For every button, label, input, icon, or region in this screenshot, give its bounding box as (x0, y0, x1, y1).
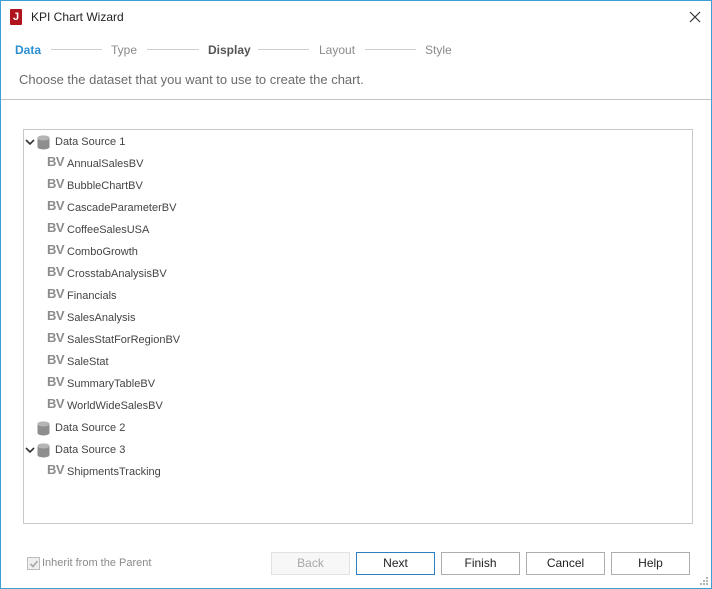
business-view-icon: BV (47, 176, 65, 191)
step-layout[interactable]: Layout (319, 43, 355, 57)
tree-node-data-source-1[interactable]: Data Source 1 (24, 131, 224, 153)
step-display[interactable]: Display (208, 43, 251, 57)
tree-item-label: CoffeeSalesUSA (67, 224, 150, 236)
tree-item-label: ComboGrowth (67, 246, 138, 258)
tree-item-label: SaleStat (67, 356, 109, 368)
close-icon (689, 11, 701, 23)
step-type[interactable]: Type (111, 43, 137, 57)
app-logo-icon: J (10, 9, 22, 25)
header-divider (1, 99, 711, 100)
tree-item-label: BubbleChartBV (67, 180, 143, 192)
next-button[interactable]: Next (356, 552, 435, 575)
tree-node-label: Data Source 3 (55, 444, 126, 456)
checkbox-label: Inherit from the Parent (42, 557, 152, 569)
instruction-text: Choose the dataset that you want to use … (19, 72, 364, 87)
tree-item-annualsalesbv[interactable]: BV AnnualSalesBV (24, 153, 224, 175)
tree-item-label: Financials (67, 290, 117, 302)
tree-item-crosstabanalysisbv[interactable]: BV CrosstabAnalysisBV (24, 263, 224, 285)
business-view-icon: BV (47, 462, 65, 477)
business-view-icon: BV (47, 308, 65, 323)
tree-item-salesanalysis[interactable]: BV SalesAnalysis (24, 307, 224, 329)
tree-item-summarytablebv[interactable]: BV SummaryTableBV (24, 373, 224, 395)
tree-item-label: SummaryTableBV (67, 378, 156, 390)
business-view-icon: BV (47, 198, 65, 213)
tree-item-label: CascadeParameterBV (67, 202, 177, 214)
step-divider (365, 49, 416, 50)
chevron-down-icon[interactable] (25, 445, 35, 455)
tree-item-cascadeparameterbv[interactable]: BV CascadeParameterBV (24, 197, 224, 219)
step-style[interactable]: Style (425, 43, 452, 57)
tree-item-bubblechartbv[interactable]: BV BubbleChartBV (24, 175, 224, 197)
database-icon (37, 421, 50, 436)
tree-item-worldwidesalesbv[interactable]: BV WorldWideSalesBV (24, 395, 224, 417)
kpi-chart-wizard-dialog: J KPI Chart Wizard Data Type Display Lay… (0, 0, 712, 589)
tree-node-data-source-2[interactable]: Data Source 2 (24, 417, 224, 439)
business-view-icon: BV (47, 220, 65, 235)
step-divider (147, 49, 199, 50)
step-divider (51, 49, 102, 50)
checkbox-box[interactable] (27, 557, 40, 570)
checkmark-icon (29, 560, 39, 568)
tree-item-combogrowth[interactable]: BV ComboGrowth (24, 241, 224, 263)
tree-item-label: AnnualSalesBV (67, 158, 144, 170)
tree-item-label: SalesAnalysis (67, 312, 136, 324)
step-data[interactable]: Data (15, 43, 41, 57)
business-view-icon: BV (47, 286, 65, 301)
business-view-icon: BV (47, 352, 65, 367)
tree-item-label: WorldWideSalesBV (67, 400, 163, 412)
tree-node-label: Data Source 1 (55, 136, 126, 148)
dataset-tree[interactable]: Data Source 1 BV AnnualSalesBV BV Bubble… (23, 129, 693, 524)
finish-button[interactable]: Finish (441, 552, 520, 575)
tree-item-shipmentstracking[interactable]: BV ShipmentsTracking (24, 461, 224, 483)
business-view-icon: BV (47, 330, 65, 345)
cancel-button[interactable]: Cancel (526, 552, 605, 575)
step-divider (258, 49, 309, 50)
close-button[interactable] (682, 5, 708, 29)
tree-item-coffeesalesusa[interactable]: BV CoffeeSalesUSA (24, 219, 224, 241)
tree-item-salestat[interactable]: BV SaleStat (24, 351, 224, 373)
window-title: KPI Chart Wizard (31, 10, 124, 24)
tree-node-data-source-3[interactable]: Data Source 3 (24, 439, 224, 461)
tree-item-label: SalesStatForRegionBV (67, 334, 181, 346)
business-view-icon: BV (47, 374, 65, 389)
tree-item-label: CrosstabAnalysisBV (67, 268, 167, 280)
tree-node-label: Data Source 2 (55, 422, 126, 434)
database-icon (37, 135, 50, 150)
business-view-icon: BV (47, 154, 65, 169)
tree-item-financials[interactable]: BV Financials (24, 285, 224, 307)
business-view-icon: BV (47, 396, 65, 411)
business-view-icon: BV (47, 242, 65, 257)
resize-grip-icon[interactable] (699, 576, 709, 586)
tree-item-label: ShipmentsTracking (67, 466, 161, 478)
help-button[interactable]: Help (611, 552, 690, 575)
database-icon (37, 443, 50, 458)
wizard-steps: Data Type Display Layout Style (1, 33, 711, 67)
title-bar: J KPI Chart Wizard (1, 1, 711, 33)
tree-item-salesstatforregionbv[interactable]: BV SalesStatForRegionBV (24, 329, 224, 351)
business-view-icon: BV (47, 264, 65, 279)
back-button[interactable]: Back (271, 552, 350, 575)
chevron-down-icon[interactable] (25, 137, 35, 147)
